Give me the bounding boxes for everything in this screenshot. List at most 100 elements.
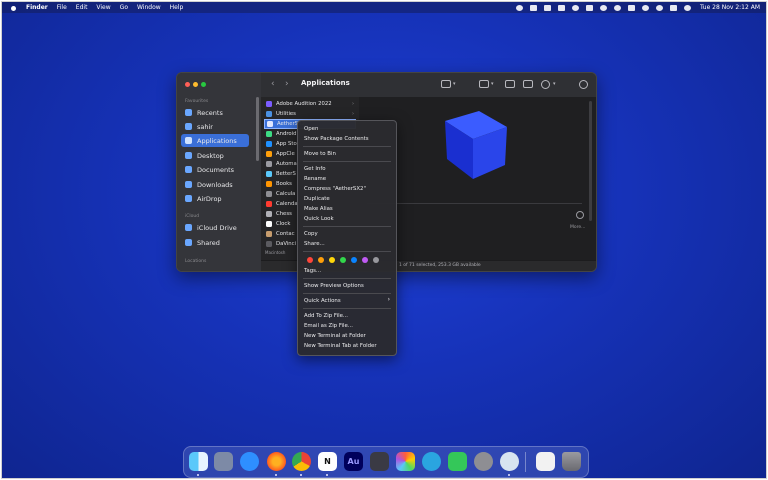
view-mode-chevron-icon[interactable]: ▾ <box>453 81 456 87</box>
preview-scrollbar[interactable] <box>589 101 592 221</box>
cloud-icon <box>185 224 192 231</box>
disclosure-arrow-icon[interactable]: › <box>352 111 354 117</box>
spotlight-icon[interactable] <box>656 4 664 11</box>
menu-item-get-info[interactable]: Get Info <box>304 165 390 174</box>
safari-icon[interactable] <box>240 452 259 471</box>
tag-yellow[interactable] <box>329 257 335 263</box>
menu-item-compress[interactable]: Compress "AetherSX2" <box>304 185 390 194</box>
menu-item-rename[interactable]: Rename <box>304 175 390 184</box>
menu-item-make-alias[interactable]: Make Alias <box>304 205 390 214</box>
menu-item-tags[interactable]: Tags... <box>304 267 390 276</box>
group-icon[interactable] <box>479 80 489 88</box>
menu-item-copy[interactable]: Copy <box>304 230 390 239</box>
zoom-window-button[interactable] <box>201 82 206 87</box>
davinci-resolve-icon[interactable] <box>370 452 389 471</box>
sidebar-item-downloads[interactable]: Downloads <box>181 178 249 191</box>
menu-item-show-preview-options[interactable]: Show Preview Options <box>304 282 390 291</box>
sidebar-item-applications[interactable]: Applications <box>181 134 249 147</box>
tag-grey[interactable] <box>373 257 379 263</box>
view-mode-icon[interactable] <box>441 80 451 88</box>
notion-icon[interactable]: N <box>318 452 337 471</box>
menu-edit[interactable]: Edit <box>76 2 88 13</box>
battery-icon[interactable] <box>628 4 636 11</box>
action-chevron-icon[interactable]: ▾ <box>553 81 556 87</box>
chrome-status-icon[interactable] <box>572 4 580 11</box>
list-item[interactable]: Utilities › <box>264 109 356 119</box>
tag-purple[interactable] <box>362 257 368 263</box>
sidebar-item-shared[interactable]: Shared <box>181 236 249 249</box>
share-button-icon[interactable] <box>505 80 515 88</box>
sidebar-item-home[interactable]: sahir <box>181 120 249 133</box>
telegram-icon[interactable] <box>422 452 441 471</box>
menu-view[interactable]: View <box>96 2 110 13</box>
app-icon <box>266 191 272 197</box>
menu-item-show-package-contents[interactable]: Show Package Contents <box>304 135 390 144</box>
sidebar-item-desktop[interactable]: Desktop <box>181 149 249 162</box>
camera-icon[interactable] <box>586 4 594 11</box>
system-settings-icon[interactable] <box>474 452 493 471</box>
back-chevron-icon[interactable]: ‹ <box>271 79 275 89</box>
tag-green[interactable] <box>340 257 346 263</box>
sidebar-item-icloud-drive[interactable]: iCloud Drive <box>181 221 249 234</box>
finder-icon[interactable] <box>189 452 208 471</box>
menu-item-email-as-zip[interactable]: Email as Zip File... <box>304 322 390 331</box>
facetime-icon[interactable] <box>448 452 467 471</box>
menu-finder[interactable]: Finder <box>26 2 48 13</box>
menu-file[interactable]: File <box>57 2 67 13</box>
disclosure-arrow-icon[interactable]: › <box>352 101 354 107</box>
apple-menu-icon[interactable] <box>10 4 17 12</box>
sidebar-item-airdrop[interactable]: AirDrop <box>181 192 249 205</box>
menu-item-quick-look[interactable]: Quick Look <box>304 215 390 224</box>
menu-help[interactable]: Help <box>170 2 184 13</box>
sidebar-item-documents[interactable]: Documents <box>181 163 249 176</box>
chrome-icon[interactable] <box>292 452 311 471</box>
wifi-icon[interactable] <box>642 4 650 11</box>
quicktime-icon[interactable] <box>500 452 519 471</box>
more-label[interactable]: More... <box>570 225 585 230</box>
running-indicator <box>300 474 302 476</box>
photos-icon[interactable] <box>396 452 415 471</box>
list-item[interactable]: Adobe Audition 2022 › <box>264 99 356 109</box>
menu-window[interactable]: Window <box>137 2 161 13</box>
share-icon[interactable] <box>530 4 538 11</box>
clock-status-icon[interactable] <box>600 4 608 11</box>
siri-icon[interactable] <box>684 4 692 11</box>
download-icon <box>185 181 192 188</box>
control-center-icon[interactable] <box>670 4 678 11</box>
datetime[interactable]: Tue 28 Nov 2:12 AM <box>700 2 760 13</box>
close-window-button[interactable] <box>185 82 190 87</box>
power-icon[interactable] <box>614 4 622 11</box>
group-chevron-icon[interactable]: ▾ <box>491 81 494 87</box>
menu-item-open[interactable]: Open <box>304 125 390 134</box>
tag-icon[interactable] <box>523 80 533 88</box>
tag-blue[interactable] <box>351 257 357 263</box>
search-icon[interactable] <box>579 80 588 89</box>
running-indicator <box>508 474 510 476</box>
preview-icon[interactable] <box>536 452 555 471</box>
menu-item-share[interactable]: Share... <box>304 240 390 249</box>
more-icon[interactable] <box>576 211 584 219</box>
menu-item-move-to-bin[interactable]: Move to Bin <box>304 150 390 159</box>
notes-icon[interactable] <box>544 4 552 11</box>
forward-chevron-icon[interactable]: › <box>285 79 289 89</box>
finder-sidebar: Favourites Recents sahir Applications De… <box>177 73 261 271</box>
menu-item-quick-actions[interactable]: Quick Actions <box>304 297 390 306</box>
minimize-window-button[interactable] <box>193 82 198 87</box>
action-menu-icon[interactable] <box>541 80 550 89</box>
menu-item-new-terminal-at-folder[interactable]: New Terminal at Folder <box>304 332 390 341</box>
audition-icon[interactable]: Au <box>344 452 363 471</box>
menu-item-new-terminal-tab-at-folder[interactable]: New Terminal Tab at Folder <box>304 342 390 351</box>
menu-item-add-to-zip[interactable]: Add To Zip File... <box>304 312 390 321</box>
tag-orange[interactable] <box>318 257 324 263</box>
sidebar-item-recents[interactable]: Recents <box>181 106 249 119</box>
sidebar-scrollbar[interactable] <box>256 97 259 161</box>
record-icon[interactable] <box>516 4 524 11</box>
tag-red[interactable] <box>307 257 313 263</box>
moon-icon[interactable] <box>558 4 566 11</box>
menu-item-duplicate[interactable]: Duplicate <box>304 195 390 204</box>
firefox-icon[interactable] <box>267 452 286 471</box>
menu-go[interactable]: Go <box>120 2 128 13</box>
launchpad-icon[interactable] <box>214 452 233 471</box>
app-icon <box>266 211 272 217</box>
trash-icon[interactable] <box>562 452 581 471</box>
